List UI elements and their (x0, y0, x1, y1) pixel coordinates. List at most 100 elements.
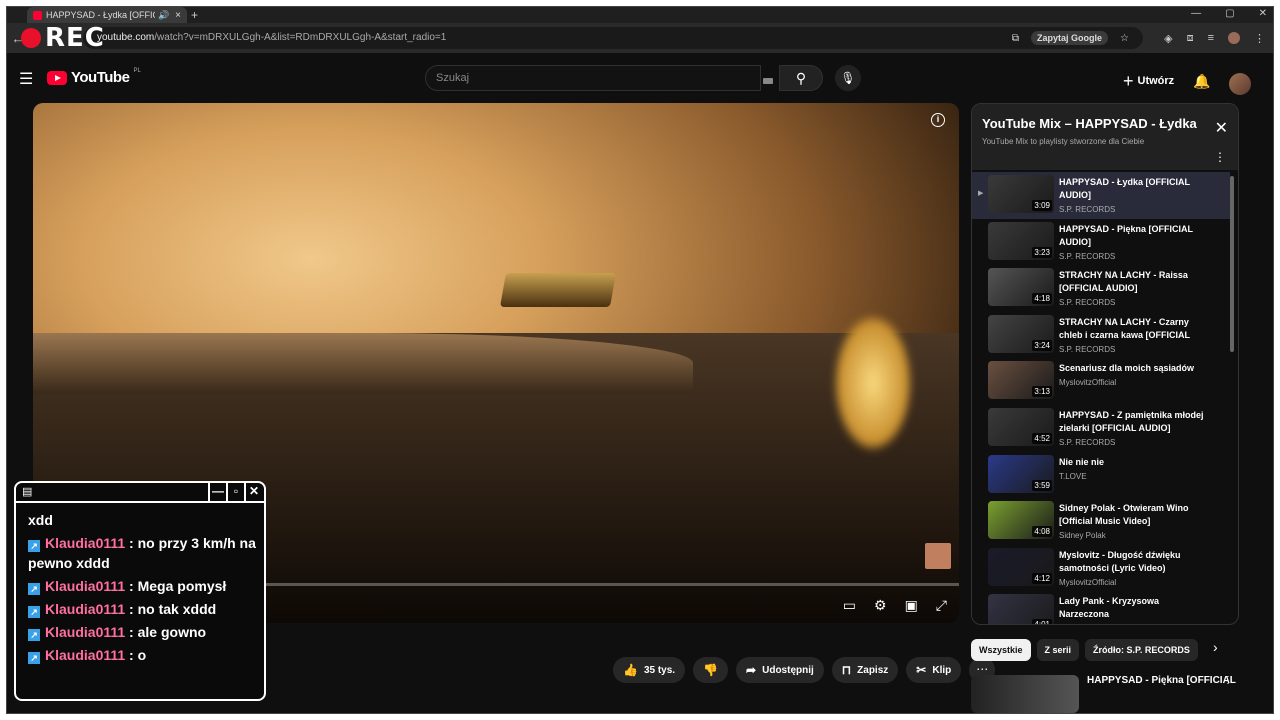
related-video[interactable]: HAPPYSAD - Piękna [OFFICIAL ⋮ (971, 673, 1251, 713)
duration-badge: 4:08 (1032, 526, 1052, 538)
playlist-item[interactable]: 3:23 HAPPYSAD - Piękna [OFFICIAL AUDIO] S.… (972, 219, 1230, 266)
menu-dots-icon[interactable]: ⋮ (1254, 32, 1265, 45)
media-icon[interactable]: ≡ (1208, 32, 1214, 45)
create-label: Utwórz (1137, 75, 1175, 87)
youtube-favicon-icon (33, 10, 42, 20)
subtitles-icon[interactable]: ▭ (843, 597, 856, 614)
playlist-item[interactable]: 4:12 Myslovitz - Długość dźwięku samotnoś… (972, 545, 1230, 592)
fullscreen-icon[interactable]: ⤢ (936, 597, 947, 614)
playlist-subtitle: YouTube Mix to playlisty stworzone dla C… (982, 137, 1145, 146)
video-actions: 👍 35 tys. 👎 ➦ Udostępnij ⊓ Zapisz ✂ Klip ⋯ (613, 657, 996, 683)
youtube-play-icon (47, 70, 67, 85)
message-user: Klaudia0111 (45, 578, 126, 594)
playlist-item[interactable]: ▶ 3:09 HAPPYSAD - Łydka [OFFICIAL AUDIO] S.… (972, 172, 1230, 219)
chat-message: ↗ Klaudia0111 : ale gowno (28, 622, 258, 642)
playlist-item[interactable]: 3:13 Scenariusz dla moich sąsiadów Myslovi… (972, 358, 1230, 405)
item-title[interactable]: HAPPYSAD - Z pamiętnika młodej zielarki … (1059, 409, 1209, 435)
message-text: : ale gowno (125, 624, 207, 640)
close-icon[interactable]: ✕ (1215, 118, 1228, 138)
cast-icon[interactable]: ⧉ (1012, 33, 1019, 44)
bookmark-icon: ⊓ (841, 663, 852, 677)
save-label: Zapisz (857, 664, 889, 676)
profile-avatar[interactable] (1228, 32, 1240, 44)
share-button[interactable]: ➦ Udostępnij (736, 657, 824, 683)
info-icon[interactable]: i (931, 113, 945, 127)
related-menu-icon[interactable]: ⋮ (1223, 675, 1233, 686)
puzzle-icon[interactable]: ⧈ (1187, 32, 1194, 45)
search-input[interactable]: Szukaj (425, 65, 761, 91)
video-thumbnail[interactable]: 4:01 (988, 594, 1054, 624)
playlist-menu-icon[interactable]: ⋮ (1214, 150, 1226, 164)
account-avatar[interactable] (1229, 73, 1251, 95)
playlist-title[interactable]: YouTube Mix – HAPPYSAD - Łydka [OFFICIAL… (982, 116, 1197, 131)
filter-chip[interactable]: Wszystkie (971, 639, 1031, 661)
restore-icon[interactable]: ▢ (1225, 7, 1234, 21)
playlist-panel: YouTube Mix – HAPPYSAD - Łydka [OFFICIAL… (971, 103, 1239, 625)
chat-maximize-icon[interactable]: ▫ (226, 483, 244, 501)
keyboard-icon[interactable] (763, 78, 773, 84)
item-title[interactable]: Myslovitz - Długość dźwięku samotności (… (1059, 549, 1209, 575)
bookmark-star-icon[interactable]: ☆ (1120, 33, 1129, 44)
chat-minimize-icon[interactable]: — (208, 483, 226, 501)
filter-chip[interactable]: Źródło: S.P. RECORDS (1085, 639, 1198, 661)
playlist-item[interactable]: 3:59 Nie nie nie T.LOVE (972, 452, 1230, 499)
playlist-item[interactable]: 4:01 Lady Pank - Kryzysowa Narzeczona MTJ … (972, 591, 1230, 624)
save-button[interactable]: ⊓ Zapisz (831, 657, 899, 683)
hamburger-menu-icon[interactable]: ☰ (19, 69, 33, 89)
item-title[interactable]: STRACHY NA LACHY - Raissa [OFFICIAL AUDI… (1059, 269, 1209, 295)
player-controls: ▭ ⚙ ▣ ⤢ (843, 597, 947, 614)
related-thumbnail[interactable] (971, 675, 1079, 713)
new-tab-button[interactable]: + (191, 7, 198, 23)
item-title[interactable]: Lady Pank - Kryzysowa Narzeczona (1059, 595, 1209, 621)
window-close-icon[interactable]: ✕ (1259, 7, 1267, 21)
dislike-button[interactable]: 👎 (693, 657, 729, 683)
video-thumbnail[interactable]: 3:09 (988, 175, 1054, 213)
chevron-right-icon[interactable]: › (1213, 639, 1218, 655)
item-title[interactable]: HAPPYSAD - Łydka [OFFICIAL AUDIO] (1059, 176, 1209, 202)
channel-watermark[interactable] (925, 543, 951, 569)
tab-close-icon[interactable]: × (175, 10, 181, 21)
country-code: PL (133, 67, 141, 74)
video-thumbnail[interactable]: 3:59 (988, 454, 1054, 493)
video-thumbnail[interactable]: 3:24 (988, 314, 1054, 353)
extension-icon[interactable]: ◈ (1164, 32, 1172, 45)
scissors-icon: ✂ (916, 663, 927, 677)
video-thumbnail[interactable]: 3:13 (988, 361, 1054, 400)
url-field[interactable]: youtube.com/watch?v=mDRXULGgh-A&list=RDm… (83, 27, 1143, 49)
theater-mode-icon[interactable]: ▣ (905, 597, 918, 614)
item-title[interactable]: STRACHY NA LACHY - Czarny chleb i czarna… (1059, 316, 1209, 342)
chat-message: ↗ Klaudia0111 : o (28, 645, 258, 665)
playlist-item[interactable]: 4:18 STRACHY NA LACHY - Raissa [OFFICIAL … (972, 265, 1230, 312)
clip-button[interactable]: ✂ Klip (906, 657, 962, 683)
create-button[interactable]: + Utwórz (1123, 72, 1175, 90)
playlist-items: ▶ 3:09 HAPPYSAD - Łydka [OFFICIAL AUDIO] S.… (972, 172, 1230, 624)
item-title[interactable]: HAPPYSAD - Piękna [OFFICIAL AUDIO] (1059, 223, 1209, 249)
speaker-icon[interactable]: 🔊 (158, 10, 169, 21)
item-title[interactable]: Nie nie nie (1059, 456, 1209, 469)
playlist-item[interactable]: 4:08 Sidney Polak - Otwieram Wino [Offici… (972, 498, 1230, 545)
voice-search-button[interactable]: 🎙 (835, 65, 861, 91)
item-title[interactable]: Scenariusz dla moich sąsiadów (1059, 362, 1209, 375)
settings-gear-icon[interactable]: ⚙ (874, 597, 887, 614)
video-thumbnail[interactable]: 4:18 (988, 268, 1054, 307)
playlist-item[interactable]: 3:24 STRACHY NA LACHY - Czarny chleb i cz… (972, 312, 1230, 359)
youtube-logo[interactable]: YouTube PL (47, 67, 141, 86)
playlist-item[interactable]: 4:52 HAPPYSAD - Z pamiętnika młodej ziela… (972, 405, 1230, 452)
item-meta: Sidney Polak - Otwieram Wino [Official M… (1059, 502, 1209, 540)
ask-google-button[interactable]: Zapytaj Google (1031, 31, 1109, 45)
item-title[interactable]: Sidney Polak - Otwieram Wino [Official M… (1059, 502, 1209, 528)
video-thumbnail[interactable]: 3:23 (988, 221, 1054, 260)
video-thumbnail[interactable]: 4:08 (988, 501, 1054, 540)
like-button[interactable]: 👍 35 tys. (613, 657, 686, 683)
browser-tab[interactable]: HAPPYSAD - Łydka [OFFICIAL 🔊 × (27, 7, 187, 23)
search-button[interactable]: ⚲ (779, 65, 823, 91)
filter-chip[interactable]: Z serii (1036, 639, 1080, 661)
minimize-icon[interactable]: — (1191, 7, 1201, 21)
search-icon: ⚲ (795, 70, 807, 86)
playlist-scrollbar[interactable] (1230, 176, 1234, 352)
related-title[interactable]: HAPPYSAD - Piękna [OFFICIAL (1087, 675, 1236, 686)
video-thumbnail[interactable]: 4:52 (988, 407, 1054, 446)
chat-close-icon[interactable]: ✕ (244, 483, 262, 501)
notifications-bell-icon[interactable]: 🔔 (1193, 73, 1210, 90)
video-thumbnail[interactable]: 4:12 (988, 547, 1054, 586)
